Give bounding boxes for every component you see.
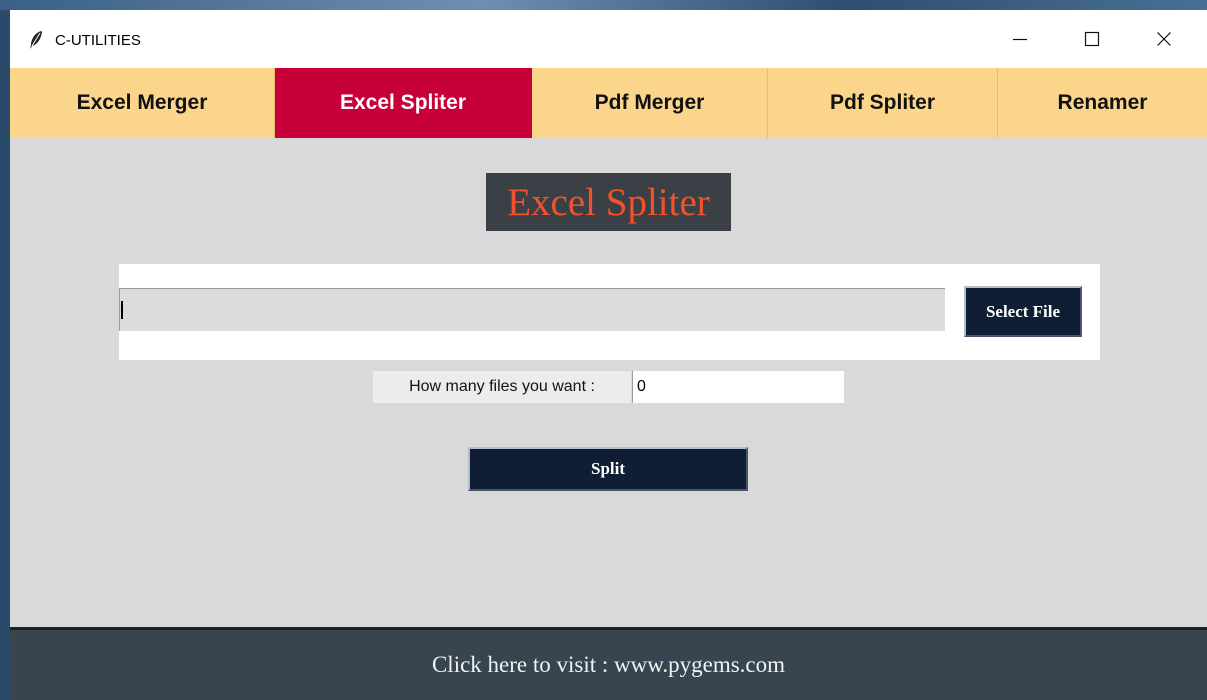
- split-button[interactable]: Split: [468, 447, 748, 491]
- file-path-input[interactable]: [119, 288, 945, 331]
- tab-pdf-spliter[interactable]: Pdf Spliter: [768, 68, 998, 138]
- file-count-input[interactable]: [632, 371, 844, 403]
- tab-bar: Excel Merger Excel Spliter Pdf Merger Pd…: [10, 68, 1207, 138]
- file-select-panel: Select File: [119, 264, 1100, 360]
- app-window: C-UTILITIES Excel Merger Excel Spliter P…: [10, 10, 1207, 700]
- select-file-button[interactable]: Select File: [964, 286, 1082, 337]
- feather-icon: [30, 31, 42, 49]
- tab-excel-merger[interactable]: Excel Merger: [10, 68, 275, 138]
- footer-link[interactable]: Click here to visit : www.pygems.com: [10, 627, 1207, 700]
- tab-pdf-merger[interactable]: Pdf Merger: [532, 68, 768, 138]
- title-bar: C-UTILITIES: [10, 10, 1207, 68]
- window-title: C-UTILITIES: [55, 32, 141, 49]
- text-caret: [121, 301, 123, 319]
- file-count-label: How many files you want :: [373, 371, 631, 403]
- minimize-button[interactable]: [991, 10, 1049, 68]
- tab-renamer[interactable]: Renamer: [998, 68, 1207, 138]
- maximize-button[interactable]: [1063, 10, 1121, 68]
- maximize-icon: [1084, 31, 1100, 47]
- tab-excel-spliter[interactable]: Excel Spliter: [275, 68, 532, 138]
- desktop-background: [0, 0, 1207, 10]
- minimize-icon: [1013, 38, 1027, 41]
- page-title: Excel Spliter: [486, 173, 731, 231]
- close-button[interactable]: [1135, 10, 1193, 68]
- close-icon: [1157, 32, 1171, 46]
